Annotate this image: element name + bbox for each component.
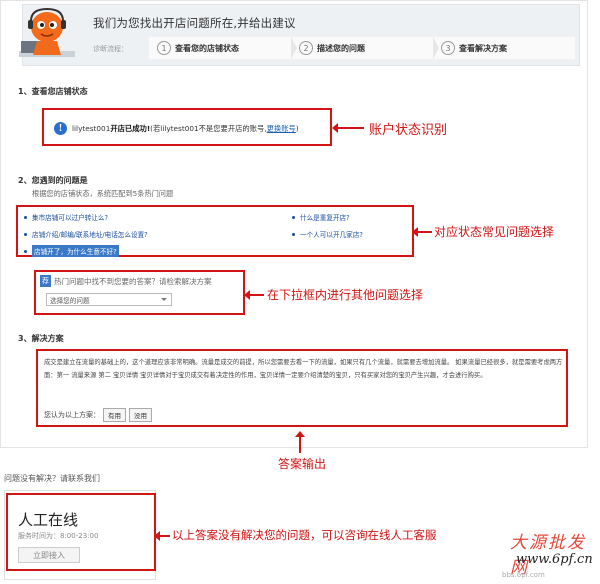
step-1: 1 查看您的店铺状态 bbox=[149, 37, 297, 59]
step-1-number: 1 bbox=[157, 41, 171, 55]
switch-account-link[interactable]: 更换账号 bbox=[267, 124, 296, 133]
bullet-icon bbox=[24, 232, 27, 236]
faq-item[interactable]: 什么是重复开店? bbox=[292, 212, 350, 222]
section-1-title: 1、查看您店铺状态 bbox=[18, 87, 88, 96]
faq-item-label: 店铺开了，为什么生意不好? bbox=[32, 245, 119, 257]
bullet-icon bbox=[292, 215, 295, 219]
question-select-value: 选择您的问题 bbox=[50, 296, 90, 305]
callout-answer: 答案输出 bbox=[278, 457, 327, 471]
arrow-account bbox=[332, 123, 364, 133]
faq-item[interactable]: 店铺介绍/邮编/联系地址/电话怎么设置? bbox=[24, 229, 148, 239]
section-2-subtitle: 根据您的店铺状态，系统匹配到5条热门问题 bbox=[32, 189, 174, 198]
account-status-box: ! lilytest001开店已成功!(若lilytest001不是您要开店的账… bbox=[42, 108, 332, 146]
section-2-title: 2、您遇到的问题是 bbox=[18, 176, 88, 185]
callout-online: 以上答案没有解决您的问题，可以咨询在线人工客服 bbox=[172, 528, 437, 542]
arrow-faq bbox=[412, 227, 432, 237]
step-2: 2 描述您的问题 bbox=[291, 37, 439, 59]
account-name: lilytest001 bbox=[72, 123, 111, 133]
answer-text: 成交是建立在流量的基础上的，这个道理应该非常明确。流量是成交的前提，所以您需要去… bbox=[44, 359, 563, 379]
faq-item-label: 一个人可以开几家店? bbox=[300, 231, 363, 239]
flow-label: 诊断流程： bbox=[93, 45, 128, 53]
header-title: 我们为您找出开店问题所在,并给出建议 bbox=[93, 16, 296, 30]
callout-faq: 对应状态常见问题选择 bbox=[434, 225, 555, 239]
account-note-end: ) bbox=[295, 123, 299, 133]
arrow-online bbox=[154, 531, 170, 541]
recommend-badge: 荐 bbox=[40, 275, 51, 287]
bullet-icon bbox=[24, 249, 27, 253]
arrow-answer bbox=[295, 431, 305, 453]
step-1-label: 查看您的店铺状态 bbox=[175, 43, 239, 53]
diagnosis-header: 我们为您找出开店问题所在,并给出建议 诊断流程： 1 查看您的店铺状态 2 描述… bbox=[19, 4, 580, 66]
useless-button[interactable]: 没用 bbox=[129, 408, 152, 422]
faq-item[interactable]: 一个人可以开几家店? bbox=[292, 229, 363, 239]
faq-item-label: 店铺介绍/邮编/联系地址/电话怎么设置? bbox=[32, 231, 148, 239]
faq-item-label: 什么是重复开店? bbox=[300, 214, 350, 222]
search-tip-text: 热门问题中找不到您要的答案？请检索解决方案 bbox=[54, 276, 212, 286]
watermark-url-2: bbs.6pf.com bbox=[502, 571, 545, 579]
step-2-number: 2 bbox=[299, 41, 313, 55]
vote-prompt: 您认为以上方案： bbox=[44, 411, 100, 419]
watermark: 大源批发网 www.6pf.cn bbs.6pf.com bbox=[482, 528, 600, 584]
vote-row: 您认为以上方案： 有用 没用 bbox=[44, 408, 152, 422]
account-note: (若lilytest001不是您要开店的账号, bbox=[150, 123, 267, 133]
search-tip: 荐 热门问题中找不到您要的答案？请检索解决方案 bbox=[40, 275, 212, 287]
chevron-down-icon bbox=[161, 298, 167, 301]
step-3: 3 查看解决方案 bbox=[433, 37, 575, 59]
faq-item[interactable]: 集市店铺可以过户转让么? bbox=[24, 212, 108, 222]
step-3-label: 查看解决方案 bbox=[459, 43, 507, 53]
step-3-number: 3 bbox=[441, 41, 455, 55]
question-select-box: 荐 热门问题中找不到您要的答案？请检索解决方案 选择您的问题 bbox=[34, 270, 245, 315]
unresolved-text: 问题没有解决？请联系我们 bbox=[4, 474, 100, 483]
mascot-icon bbox=[19, 7, 75, 57]
watermark-url: www.6pf.cn bbox=[516, 552, 593, 567]
faq-item-label: 集市店铺可以过户转让么? bbox=[32, 214, 109, 222]
callout-account-status: 账户状态识别 bbox=[369, 123, 448, 138]
online-hours: 服务时间为：8:00-23:00 bbox=[18, 532, 99, 540]
faq-item[interactable]: 店铺开了，为什么生意不好? bbox=[24, 245, 119, 257]
callout-select: 在下拉框内进行其他问题选择 bbox=[267, 288, 424, 302]
step-indicator: 1 查看您的店铺状态 2 描述您的问题 3 查看解决方案 bbox=[149, 37, 575, 59]
info-icon: ! bbox=[54, 122, 67, 135]
answer-box: 成交是建立在流量的基础上的，这个道理应该非常明确。流量是成交的前提，所以您需要去… bbox=[36, 349, 568, 427]
success-text: 开店已成功! bbox=[110, 123, 151, 133]
question-select[interactable]: 选择您的问题 bbox=[46, 293, 172, 306]
online-title: 人工在线 bbox=[18, 511, 79, 529]
useful-button[interactable]: 有用 bbox=[103, 408, 126, 422]
connect-now-button[interactable]: 立即接入 bbox=[18, 547, 80, 563]
account-status-text: lilytest001开店已成功!(若lilytest001不是您要开店的账号,… bbox=[72, 124, 299, 134]
arrow-select bbox=[244, 290, 264, 300]
account-status: ! lilytest001开店已成功!(若lilytest001不是您要开店的账… bbox=[54, 122, 299, 135]
bullet-icon bbox=[24, 215, 27, 219]
step-2-label: 描述您的问题 bbox=[317, 43, 365, 53]
bullet-icon bbox=[292, 232, 295, 236]
section-3-title: 3、解决方案 bbox=[18, 334, 64, 343]
